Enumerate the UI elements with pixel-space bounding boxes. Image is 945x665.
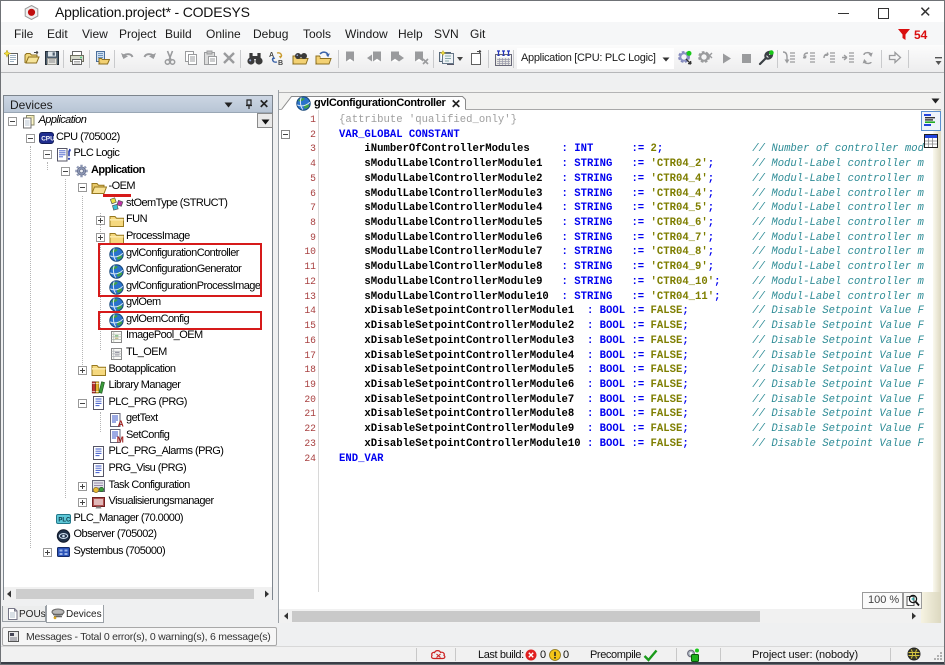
svg-text:CPU: CPU xyxy=(41,136,54,143)
svg-text:M: M xyxy=(116,435,123,444)
svg-text:A: A xyxy=(117,418,123,427)
svg-text:PLC: PLC xyxy=(58,518,71,524)
svg-text:B: B xyxy=(278,60,283,66)
